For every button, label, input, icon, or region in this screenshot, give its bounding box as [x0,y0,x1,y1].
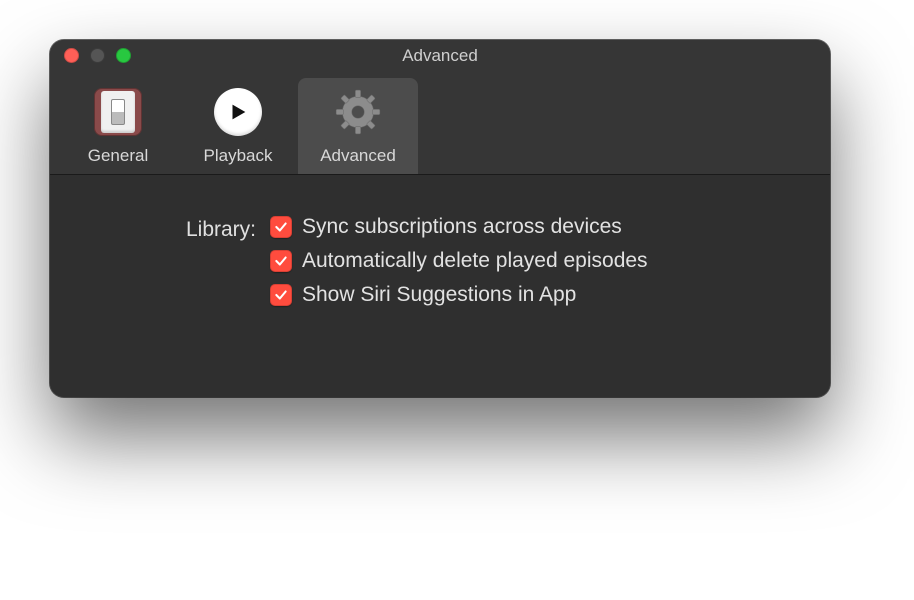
library-section-label: Library: [80,215,270,245]
gear-icon [330,84,386,140]
zoom-button[interactable] [116,48,131,63]
checkbox-sync[interactable] [270,216,292,238]
option-siri-suggestions[interactable]: Show Siri Suggestions in App [270,283,648,307]
preferences-window: Advanced General Playback [50,40,830,397]
tab-playback[interactable]: Playback [178,78,298,174]
tab-general[interactable]: General [58,78,178,174]
tab-general-label: General [88,146,148,166]
option-auto-delete-label: Automatically delete played episodes [302,249,648,273]
traffic-lights [64,48,131,63]
option-siri-label: Show Siri Suggestions in App [302,283,576,307]
minimize-button[interactable] [90,48,105,63]
tab-advanced-label: Advanced [320,146,396,166]
option-sync-label: Sync subscriptions across devices [302,215,622,239]
checkbox-siri[interactable] [270,284,292,306]
close-button[interactable] [64,48,79,63]
playback-icon [210,84,266,140]
preferences-toolbar: General Playback [50,72,830,175]
checkbox-auto-delete[interactable] [270,250,292,272]
general-icon [90,84,146,140]
titlebar: Advanced [50,40,830,72]
tab-advanced[interactable]: Advanced [298,78,418,174]
tab-playback-label: Playback [204,146,273,166]
content-area: Library: Sync subscriptions across devic… [50,175,830,397]
option-auto-delete[interactable]: Automatically delete played episodes [270,249,648,273]
option-sync-subscriptions[interactable]: Sync subscriptions across devices [270,215,648,239]
window-title: Advanced [402,46,478,66]
